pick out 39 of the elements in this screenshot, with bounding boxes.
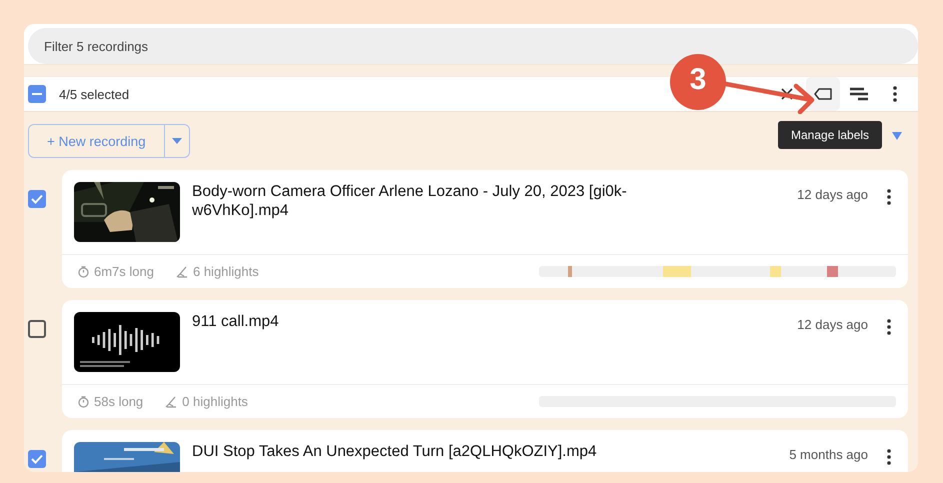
select-all-checkbox[interactable] — [28, 85, 46, 103]
filter-field[interactable]: Filter 5 recordings — [28, 28, 918, 64]
tag-icon — [814, 88, 832, 100]
duration-label: 6m7s long — [78, 264, 154, 279]
recording-card[interactable]: 911 call.mp4 12 days ago 58s long 0 highlights — [62, 300, 908, 418]
recording-card[interactable]: Body-worn Camera Officer Arlene Lozano - July 20, 2023 [gi0k-w6VhKo].mp4 12 days ago 6m7s long 6 highlights — [62, 170, 908, 288]
more-icon — [887, 189, 891, 205]
recording-title: 911 call.mp4 — [192, 312, 280, 332]
minus-icon — [32, 93, 42, 95]
caret-icon — [172, 138, 182, 144]
more-icon — [893, 86, 897, 102]
lines-icon — [849, 87, 869, 101]
recording-card[interactable]: DUI Stop Takes An Unexpected Turn [a2QLHQkOZIY].mp4 5 months ago — [62, 430, 908, 472]
timer-icon — [78, 266, 89, 278]
timer-icon — [78, 396, 89, 408]
close-icon — [781, 88, 793, 100]
more-icon — [887, 319, 891, 335]
tooltip: Manage labels — [778, 121, 882, 149]
check-icon — [31, 194, 43, 204]
step-marker — [668, 52, 728, 112]
recording-age: 5 months ago — [789, 447, 868, 464]
recording-age: 12 days ago — [797, 317, 868, 334]
highlights-label: 0 highlights — [165, 394, 248, 409]
row-checkbox[interactable] — [28, 320, 46, 338]
highlighter-icon — [176, 266, 188, 278]
row-checkbox[interactable] — [28, 450, 46, 468]
selection-count: 4/5 selected — [59, 86, 130, 102]
recording-title: DUI Stop Takes An Unexpected Turn [a2QLHQkOZIY].mp4 — [192, 442, 598, 462]
more-icon — [887, 449, 891, 465]
toolbar-button[interactable] — [806, 77, 840, 111]
recording-age: 12 days ago — [797, 187, 868, 204]
duration-label: 58s long — [78, 394, 144, 409]
check-icon — [31, 454, 43, 464]
highlighter-icon — [165, 396, 178, 408]
row-checkbox[interactable] — [28, 190, 46, 208]
recording-title: Body-worn Camera Officer Arlene Lozano - July 20, 2023 [gi0k-w6VhKo].mp4 — [192, 182, 628, 221]
sort-icon[interactable] — [892, 132, 902, 140]
step-number: 3 — [688, 63, 708, 97]
highlights-label: 6 highlights — [176, 264, 259, 279]
